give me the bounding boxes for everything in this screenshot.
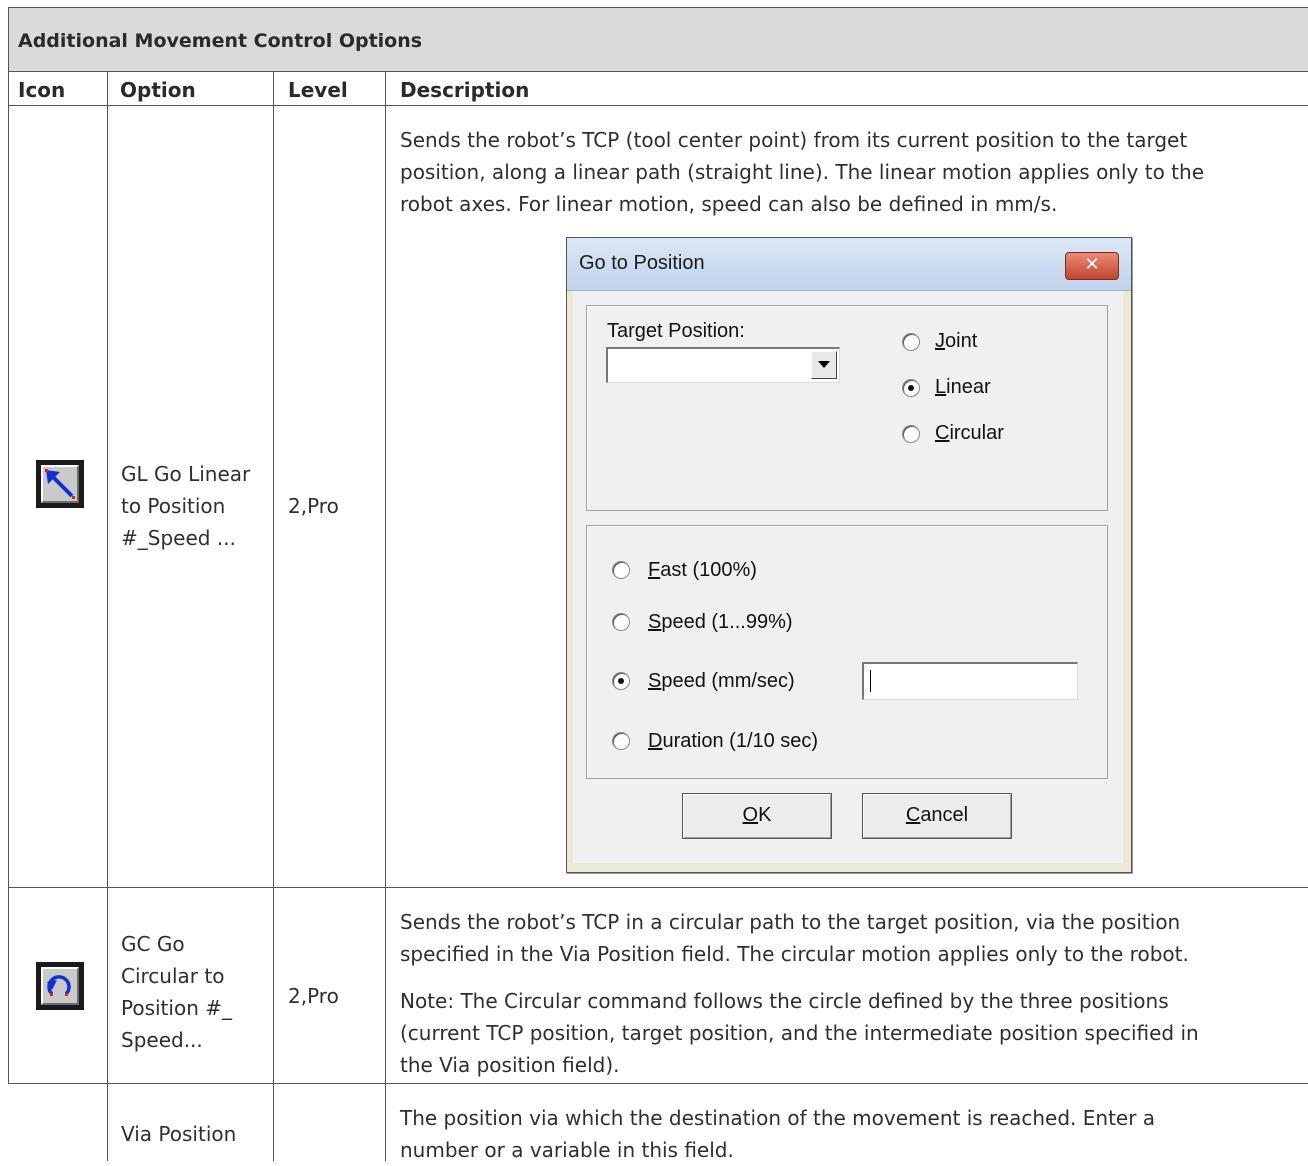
radio-speed-percent[interactable]: [612, 613, 630, 631]
close-button[interactable]: ✕: [1065, 252, 1119, 280]
go-circular-arrow-icon: [36, 962, 84, 1010]
radio-duration[interactable]: [612, 732, 630, 750]
speed-value-input[interactable]: [862, 662, 1078, 700]
radio-fast[interactable]: [612, 561, 630, 579]
row2-description: Sends the robot’s TCP in a circular path…: [400, 910, 1189, 966]
radio-circular[interactable]: [902, 425, 920, 443]
header-icon: Icon: [18, 78, 66, 102]
row1-description: Sends the robot’s TCP (tool center point…: [400, 128, 1204, 216]
dialog-titlebar: Go to Position ✕: [567, 238, 1131, 291]
dialog-title: Go to Position: [579, 252, 705, 274]
title-divider: [8, 71, 1308, 72]
radio-joint[interactable]: [902, 333, 920, 351]
target-position-label: Target Position:: [607, 320, 745, 342]
radio-circular-label: Circular: [935, 422, 1004, 444]
table-title: Additional Movement Control Options: [18, 30, 423, 52]
header-description: Description: [400, 78, 530, 102]
close-icon: ✕: [1084, 254, 1100, 275]
row3-option: Via Position: [121, 1122, 237, 1146]
row2-option: GC Go Circular to Position #_ Speed...: [121, 932, 232, 1052]
ok-button[interactable]: OK: [682, 793, 832, 839]
header-level: Level: [288, 78, 348, 102]
chevron-down-icon[interactable]: [811, 351, 837, 379]
col-divider-1: [107, 71, 108, 1161]
row3-description: The position via which the destination o…: [400, 1106, 1156, 1162]
row2-level: 2,Pro: [288, 984, 339, 1008]
table-border-left: [8, 7, 9, 1084]
radio-linear[interactable]: [902, 379, 920, 397]
row1-divider: [8, 887, 1308, 888]
col-divider-2: [273, 71, 274, 1161]
col-divider-3: [385, 71, 386, 1161]
radio-fast-label: Fast (100%): [648, 559, 757, 581]
table-border-top: [8, 7, 1308, 8]
target-position-combo[interactable]: [606, 347, 840, 383]
radio-speed-percent-label: Speed (1...99%): [648, 611, 793, 633]
go-linear-arrow-icon: [36, 460, 84, 508]
row1-option: GL Go Linear to Position #_Speed ...: [121, 462, 251, 550]
radio-linear-label: Linear: [935, 376, 991, 398]
table-title-row: Additional Movement Control Options: [8, 8, 1308, 71]
row2-note: Note: The Circular command follows the c…: [400, 989, 1199, 1077]
header-divider: [8, 105, 1308, 106]
row1-level: 2,Pro: [288, 494, 339, 518]
row2-divider: [8, 1083, 1308, 1084]
text-caret: [870, 670, 871, 692]
radio-speed-mm[interactable]: [612, 672, 630, 690]
radio-speed-mm-label: Speed (mm/sec): [648, 670, 795, 692]
cancel-button[interactable]: Cancel: [862, 793, 1012, 839]
radio-duration-label: Duration (1/10 sec): [648, 730, 819, 752]
header-option: Option: [120, 78, 196, 102]
radio-joint-label: Joint: [935, 330, 978, 352]
